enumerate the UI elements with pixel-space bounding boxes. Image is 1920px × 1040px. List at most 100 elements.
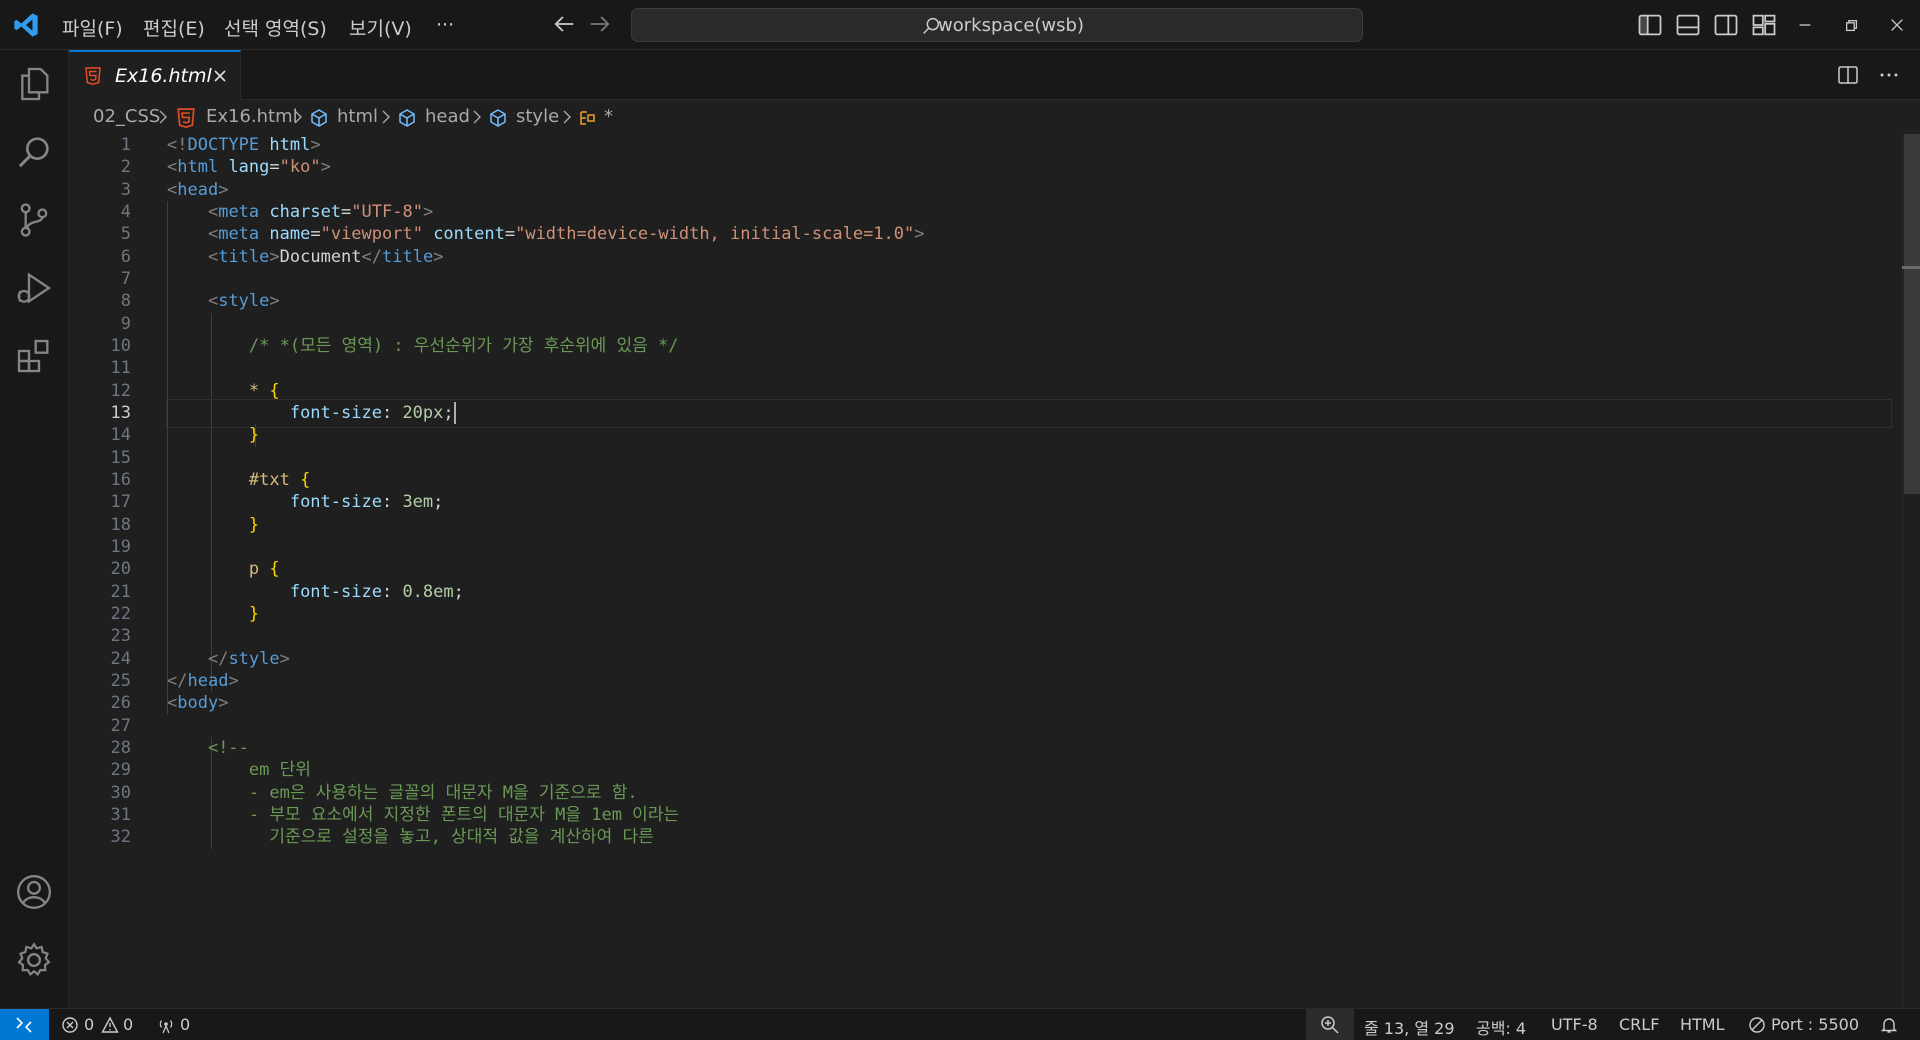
vertical-scrollbar-thumb[interactable] xyxy=(1904,134,1920,494)
command-center-search[interactable]: workspace(wsb) xyxy=(631,8,1363,42)
remote-indicator-button[interactable] xyxy=(0,1009,49,1040)
code-line[interactable]: <title>Document</title> xyxy=(167,244,444,271)
split-editor-icon[interactable] xyxy=(1836,63,1860,87)
toggle-secondary-sidebar-icon[interactable] xyxy=(1712,11,1740,39)
code-line[interactable]: } xyxy=(167,422,259,449)
close-window-icon[interactable] xyxy=(1884,12,1910,38)
menu-selection[interactable]: 선택 영역(S) xyxy=(220,12,331,43)
menu-edit[interactable]: 편집(E) xyxy=(139,12,209,43)
code-token: style xyxy=(228,648,280,669)
code-token: > xyxy=(433,246,444,267)
source-control-icon[interactable] xyxy=(14,200,54,240)
code-token: </ xyxy=(207,648,229,669)
code-token: < xyxy=(207,291,219,312)
code-token: 0.8em xyxy=(402,581,454,602)
minimize-icon[interactable] xyxy=(1792,12,1818,38)
more-actions-icon[interactable] xyxy=(1877,63,1901,87)
end-of-line[interactable]: CRLF xyxy=(1619,1015,1659,1034)
code-token: < xyxy=(167,157,178,178)
code-token: = xyxy=(310,224,321,245)
code-token: <!-- xyxy=(207,737,249,758)
code-token: > xyxy=(218,179,229,200)
tab-ex16-html[interactable]: Ex16.html xyxy=(69,50,241,100)
code-token: style xyxy=(218,291,270,312)
restore-icon[interactable] xyxy=(1838,12,1864,38)
breadcrumb-folder[interactable]: 02_CSS xyxy=(93,106,160,127)
breadcrumb-style[interactable]: style xyxy=(516,106,559,127)
notifications-bell-icon[interactable] xyxy=(1880,1016,1898,1034)
arrow-right-icon[interactable] xyxy=(586,10,614,38)
zoom-button[interactable] xyxy=(1306,1009,1354,1040)
code-token: } xyxy=(248,425,260,446)
ports-count[interactable]: 0 xyxy=(180,1015,190,1034)
code-token: : xyxy=(381,581,403,602)
activity-bar xyxy=(0,50,69,1008)
language-mode[interactable]: HTML xyxy=(1680,1015,1725,1034)
code-token: name xyxy=(269,224,311,245)
code-line[interactable]: } xyxy=(167,601,259,628)
explorer-icon[interactable] xyxy=(14,64,54,104)
account-icon[interactable] xyxy=(14,872,54,912)
encoding[interactable]: UTF-8 xyxy=(1551,1015,1598,1034)
code-token: < xyxy=(207,246,219,267)
code-token: </ xyxy=(361,246,383,267)
code-editor[interactable]: 1 2 3 4 5 6 7 8 9 10 11 12 13 14 15 16 17 18 19 20 21 22 23 24 2… xyxy=(69,134,1920,1008)
menu-view[interactable]: 보기(V) xyxy=(345,12,416,43)
code-token: > xyxy=(218,693,229,714)
extensions-icon[interactable] xyxy=(14,336,54,376)
code-line[interactable]: } xyxy=(167,512,259,539)
run-and-debug-icon[interactable] xyxy=(14,268,54,308)
chevron-right-icon xyxy=(473,110,481,124)
indent-guide xyxy=(167,200,168,715)
live-server-port[interactable]: Port : 5500 xyxy=(1771,1015,1859,1034)
arrow-left-icon[interactable] xyxy=(550,10,578,38)
code-area[interactable]: <!DOCTYPE html> <html lang="ko"> <head> <m… xyxy=(166,134,1892,1008)
code-token: { xyxy=(269,380,280,401)
code-token: <! xyxy=(167,135,188,155)
code-line[interactable]: <body> xyxy=(167,690,228,717)
breadcrumb-file[interactable]: Ex16.html xyxy=(206,106,298,127)
warning-count[interactable]: 0 xyxy=(123,1015,133,1034)
live-server-icon xyxy=(1749,1017,1765,1033)
toggle-panel-icon[interactable] xyxy=(1674,11,1702,39)
toggle-primary-sidebar-icon[interactable] xyxy=(1636,11,1664,39)
cursor-position[interactable]: 줄 13, 열 29 xyxy=(1364,1015,1455,1039)
code-token: > xyxy=(269,291,280,312)
error-count[interactable]: 0 xyxy=(84,1015,94,1034)
close-tab-icon[interactable] xyxy=(211,67,229,85)
symbol-ruleset-icon xyxy=(580,111,595,125)
code-token: html xyxy=(269,135,311,155)
code-token: } xyxy=(248,514,260,535)
customize-layout-icon[interactable] xyxy=(1750,11,1778,39)
code-token: em 단위 xyxy=(248,760,311,781)
code-token: Document xyxy=(279,246,362,267)
symbol-element-icon xyxy=(399,109,415,127)
menu-file[interactable]: 파일(F) xyxy=(58,12,127,43)
code-line[interactable]: /* *(모든 영역) : 우선순위가 가장 후순위에 있음 */ xyxy=(167,333,679,360)
breadcrumb-head[interactable]: head xyxy=(425,106,470,127)
search-icon[interactable] xyxy=(14,132,54,172)
code-token: > xyxy=(422,201,434,222)
error-icon xyxy=(62,1017,78,1033)
line-number: 32 xyxy=(110,827,131,848)
code-line[interactable]: <style> xyxy=(167,288,280,315)
code-line[interactable]: font-size: 20px; xyxy=(166,398,1892,428)
settings-gear-icon[interactable] xyxy=(14,940,54,980)
code-line[interactable]: 기준으로 설정을 놓고, 상대적 값을 계산하여 다른 xyxy=(167,824,653,851)
breadcrumb-html[interactable]: html xyxy=(337,106,378,127)
code-token: > xyxy=(310,135,321,155)
code-token: < xyxy=(207,201,219,222)
chevron-right-icon xyxy=(563,110,571,124)
code-token: - 부모 요소에서 지정한 폰트의 대문자 M을 1em 이라는 xyxy=(248,804,680,825)
breadcrumb-selector[interactable]: * xyxy=(604,106,613,127)
code-token: 3em xyxy=(402,492,434,513)
code-token: > xyxy=(320,157,331,178)
indentation[interactable]: 공백: 4 xyxy=(1476,1015,1526,1039)
code-token: DOCTYPE xyxy=(187,135,270,155)
menu-more[interactable]: ··· xyxy=(432,12,458,38)
code-token: > xyxy=(279,648,290,669)
